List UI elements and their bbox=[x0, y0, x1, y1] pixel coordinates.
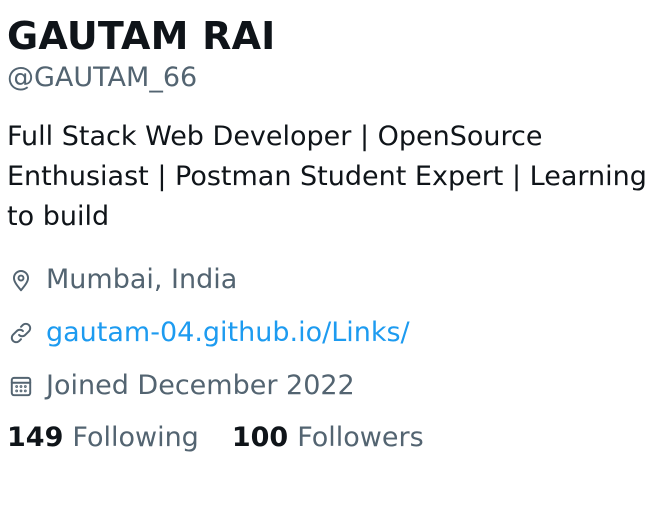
link-icon bbox=[7, 319, 35, 347]
profile-name: GAUTAM RAI bbox=[7, 14, 276, 58]
profile-stats: 149 Following 100 Followers bbox=[7, 422, 662, 453]
followers-link[interactable]: 100 Followers bbox=[232, 422, 424, 453]
profile-joined-date: Joined December 2022 bbox=[46, 370, 355, 401]
following-count: 149 bbox=[7, 422, 64, 453]
followers-label: Followers bbox=[297, 422, 424, 453]
profile-meta: Mumbai, India gautam-04.github.io/Links/ bbox=[7, 253, 662, 412]
profile-bio: Full Stack Web Developer | OpenSource En… bbox=[7, 121, 647, 232]
profile-header: GAUTAM RAI @GAUTAM_66 Full Stack Web Dev… bbox=[7, 10, 662, 453]
website-row: gautam-04.github.io/Links/ bbox=[7, 306, 662, 359]
following-link[interactable]: 149 Following bbox=[7, 422, 199, 453]
location-row: Mumbai, India bbox=[7, 253, 662, 306]
profile-handle: @GAUTAM_66 bbox=[7, 62, 198, 93]
followers-count: 100 bbox=[231, 422, 289, 453]
following-label: Following bbox=[72, 422, 199, 453]
calendar-icon bbox=[7, 372, 35, 400]
profile-website-link[interactable]: gautam-04.github.io/Links/ bbox=[46, 317, 410, 348]
location-pin-icon bbox=[7, 266, 35, 294]
joined-row: Joined December 2022 bbox=[7, 359, 662, 412]
profile-location: Mumbai, India bbox=[46, 264, 238, 295]
